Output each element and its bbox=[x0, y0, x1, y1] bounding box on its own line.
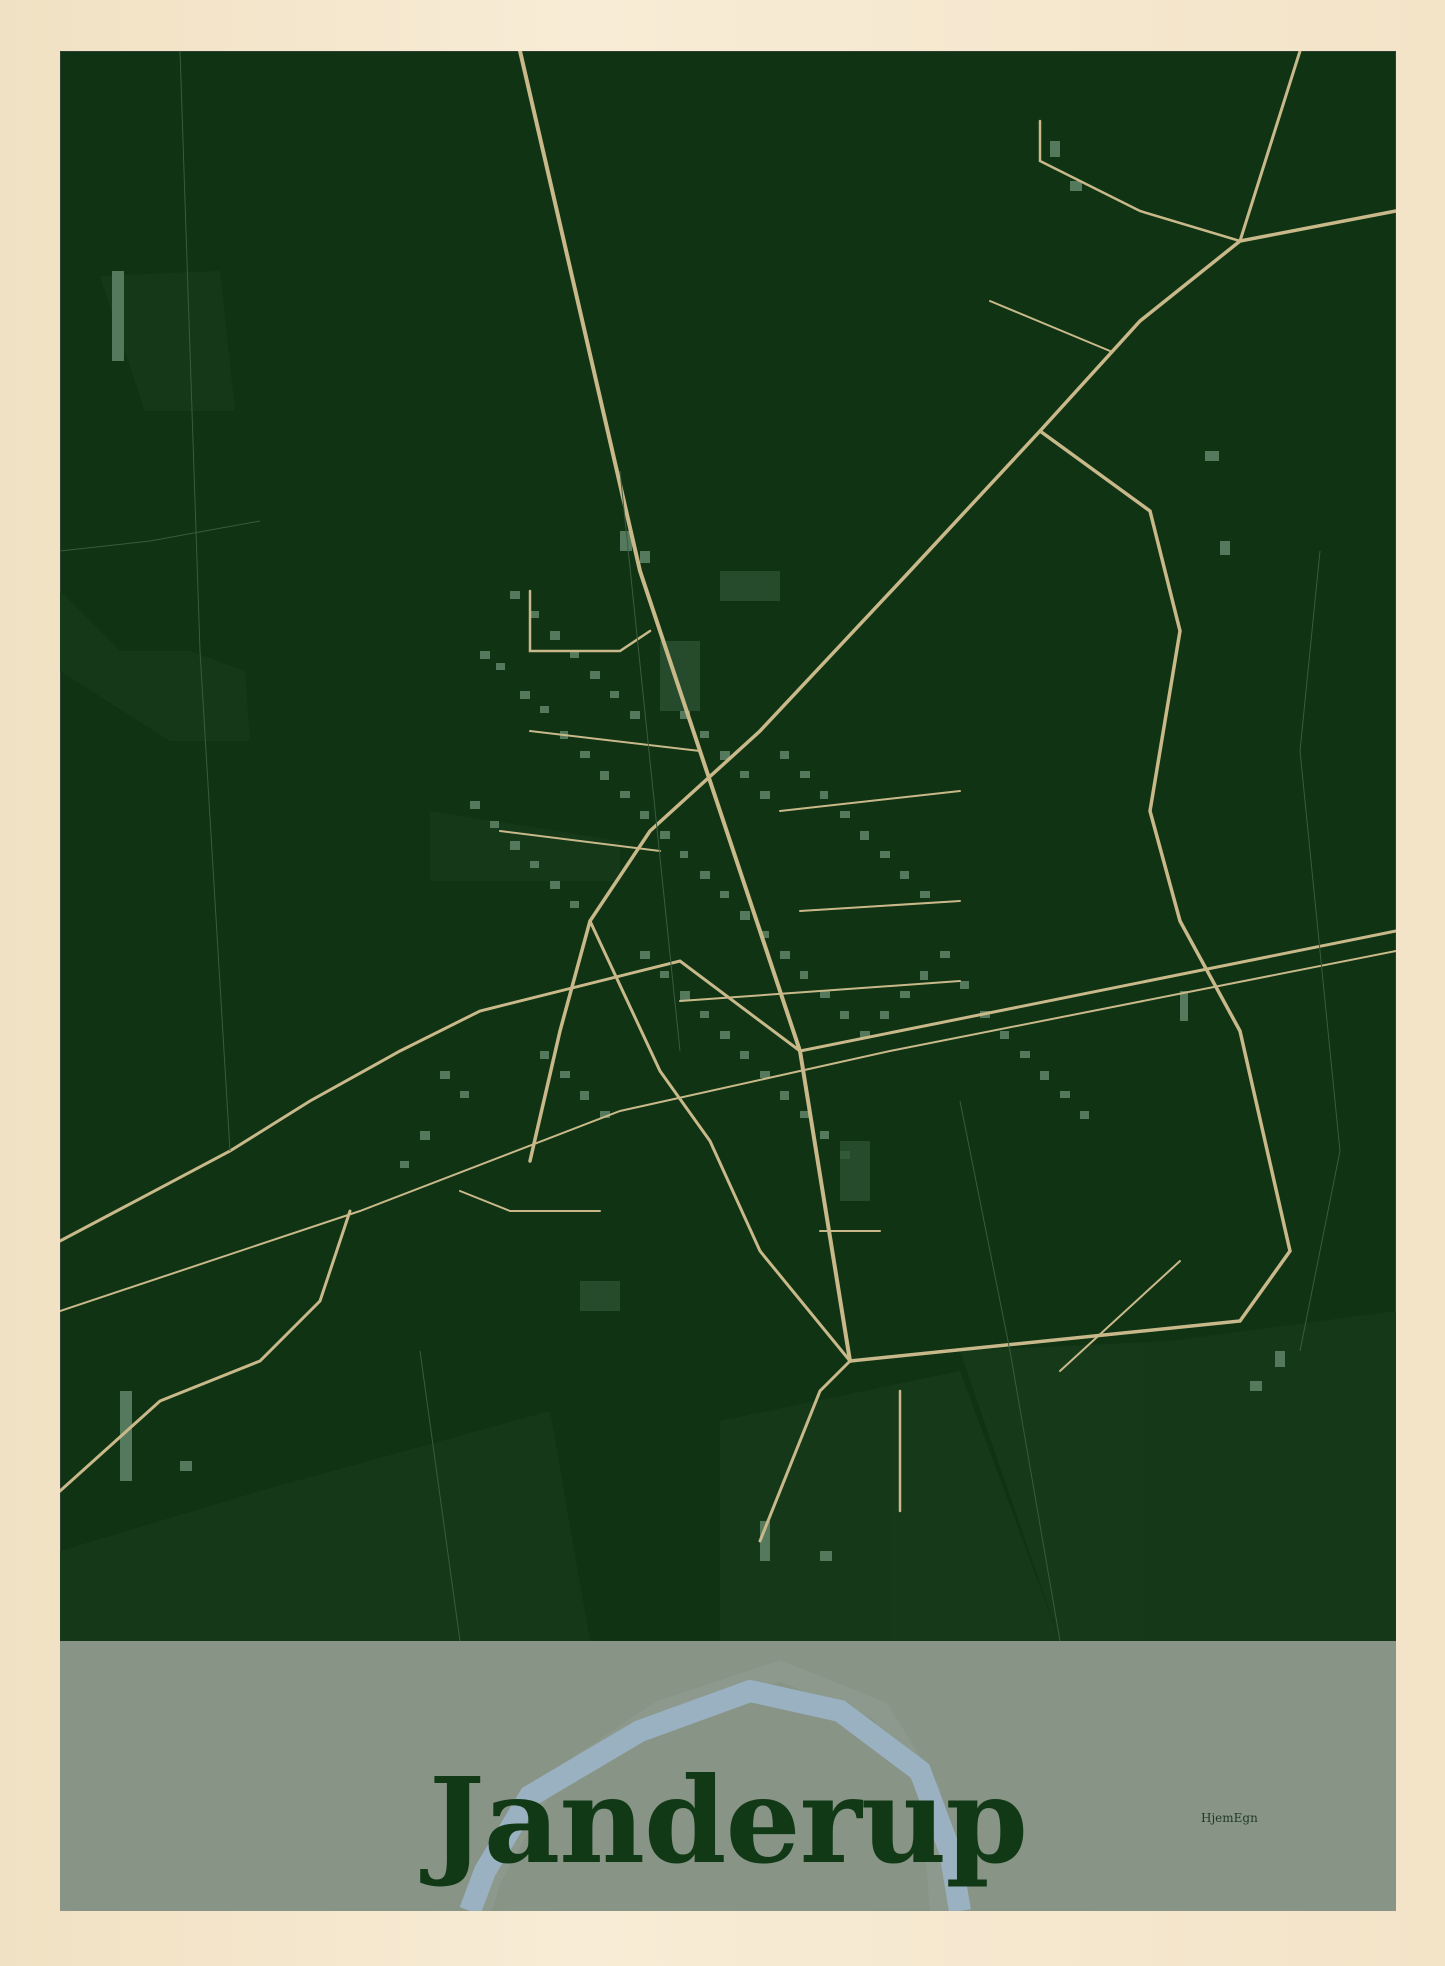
field-areas bbox=[60, 271, 1396, 1641]
hard-areas bbox=[580, 571, 870, 1311]
poster-frame: Janderup HjemEgn bbox=[0, 0, 1445, 1966]
poster-title: Janderup bbox=[428, 1751, 1028, 1890]
brand-logo: HjemEgn bbox=[1201, 1811, 1258, 1825]
map-poster: Janderup HjemEgn bbox=[60, 51, 1396, 1911]
roads bbox=[60, 51, 1396, 1543]
map-svg bbox=[60, 51, 1396, 1911]
